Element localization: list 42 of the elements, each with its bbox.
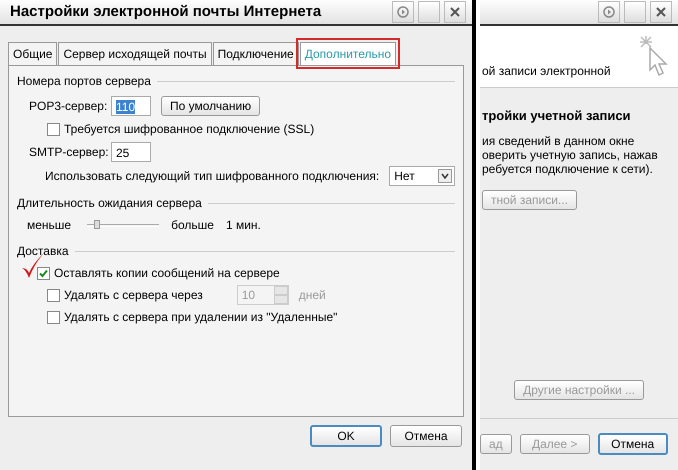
- tab[interactable]: Сервер исходящей почты: [58, 42, 212, 65]
- dialog-button[interactable]: OK: [310, 425, 382, 447]
- slider-label: больше: [171, 217, 214, 234]
- dialog-button[interactable]: Отмена: [390, 425, 462, 447]
- tab[interactable]: Подключение: [212, 42, 299, 65]
- field-label: SMTP-сервер:: [29, 144, 110, 161]
- default-button[interactable]: По умолчанию: [161, 96, 260, 116]
- checkbox-label: Требуется шифрованное подключение (SSL): [64, 121, 314, 138]
- group-heading: Длительность ожидания сервера: [17, 195, 202, 212]
- description-text: ия сведений в данном окне: [482, 134, 636, 148]
- window-title: Настройки электронной почты Интернета: [9, 2, 322, 22]
- group-heading: Номера портов сервера: [17, 73, 151, 90]
- spinner-arrows-icon: [274, 286, 288, 304]
- description-text: ребуется подключение к сети).: [482, 162, 654, 176]
- checkbox-label: Оставлять копии сообщений на сервере: [54, 265, 280, 282]
- slider-value: 1 мин.: [226, 217, 261, 234]
- input-field[interactable]: 110: [111, 96, 151, 116]
- checkbox[interactable]: [47, 122, 60, 136]
- close-icon: [450, 7, 460, 17]
- field-label: POP3-сервер:: [29, 98, 108, 115]
- checkbox[interactable]: [37, 266, 50, 280]
- help-icon[interactable]: [392, 1, 414, 23]
- slider-label: меньше: [27, 217, 72, 234]
- tab[interactable]: Общие: [8, 42, 58, 65]
- wizard-button[interactable]: Отмена: [598, 432, 668, 454]
- close-button[interactable]: [650, 1, 672, 23]
- input-field[interactable]: 25: [111, 142, 151, 162]
- unit-label: дней: [298, 287, 326, 304]
- caret-icon: [438, 169, 452, 183]
- close-button[interactable]: [444, 1, 466, 23]
- group-heading: Доставка: [17, 243, 69, 260]
- description-text: оверить учетную запись, нажав: [482, 148, 659, 162]
- close-icon: [656, 7, 666, 17]
- section-title: тройки учетной записи: [482, 107, 632, 125]
- checkbox-label: Удалять с сервера при удалении из "Удаленные": [64, 309, 338, 326]
- field-label: Использовать следующий тип шифрованного подключения:: [45, 168, 380, 185]
- header-text: ой записи электронной: [482, 63, 611, 80]
- checkbox-label: Удалять с сервера через: [64, 287, 203, 304]
- slider-thumb[interactable]: [94, 220, 100, 228]
- dropdown[interactable]: Нет: [389, 166, 455, 186]
- checkbox[interactable]: [47, 310, 60, 324]
- help-icon[interactable]: [598, 1, 620, 23]
